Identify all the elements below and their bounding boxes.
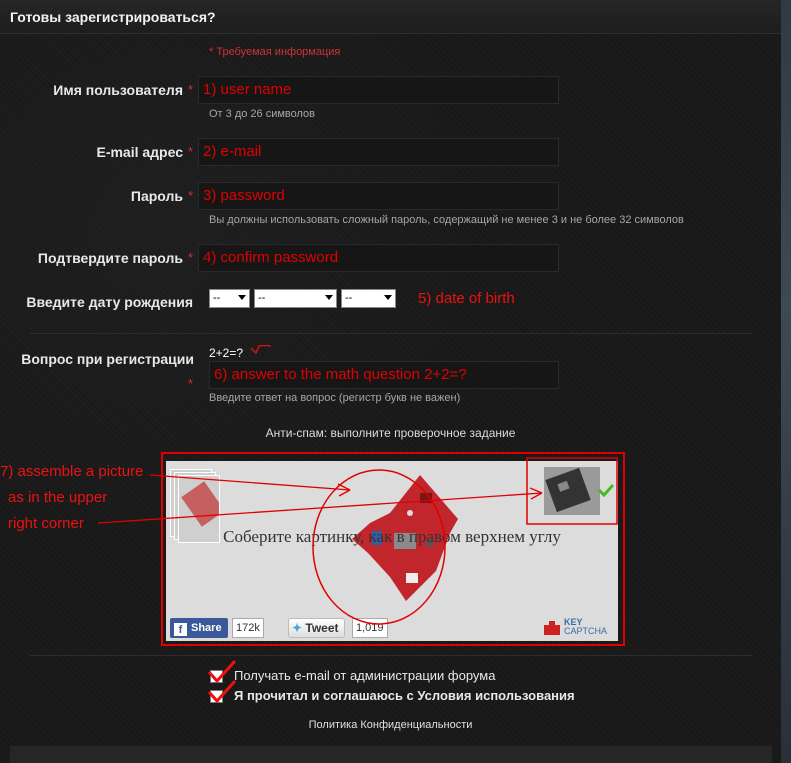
confirm-password-label: Подтвердите пароль — [37, 250, 183, 266]
captcha-annotation-line-2: as in the upper — [8, 489, 108, 506]
birth-day-select[interactable]: -- — [209, 289, 250, 308]
section-divider — [30, 333, 752, 334]
footer-bar — [10, 746, 772, 763]
password-hint: Вы должны использовать сложный пароль, с… — [209, 214, 684, 226]
captcha-annotation-overlay — [97, 457, 618, 625]
email-required-star: * — [188, 144, 194, 159]
birthdate-label: Введите дату рождения — [26, 294, 193, 310]
confirm-password-input[interactable]: 4) confirm password — [198, 244, 559, 272]
username-hint: От 3 до 26 символов — [209, 108, 316, 120]
antispam-title: Анти-спам: выполните проверочное задание — [265, 426, 516, 440]
question-text: 2+2=? — [209, 346, 244, 360]
confirm-required-star: * — [188, 250, 194, 265]
terms-agree-label[interactable]: Я прочитал и соглашаюсь с Условия исполь… — [234, 688, 575, 703]
birth-day-value: -- — [213, 292, 221, 304]
chevron-down-icon — [325, 295, 333, 300]
birthdate-annotation: 5) date of birth — [418, 290, 515, 307]
email-label: E-mail адрес — [96, 144, 183, 160]
required-note: * Требуемая информация — [209, 46, 341, 58]
captcha-annotation-line-1: 7) assemble a picture — [0, 463, 144, 480]
email-input[interactable]: 2) e-mail — [198, 138, 559, 166]
password-input[interactable]: 3) password — [198, 182, 559, 210]
password-required-star: * — [188, 188, 194, 203]
birth-year-value: -- — [345, 292, 353, 304]
birth-year-select[interactable]: -- — [341, 289, 396, 308]
admin-email-label: Получать e-mail от администрации форума — [234, 668, 496, 683]
side-background-strip — [781, 0, 791, 763]
question-answer-input[interactable]: 6) answer to the math question 2+2=? — [209, 361, 559, 389]
chevron-down-icon — [238, 295, 246, 300]
tick-scribble-icon — [250, 344, 272, 355]
question-label: Вопрос при регистрации — [21, 351, 194, 367]
birth-month-select[interactable]: -- — [254, 289, 337, 308]
question-hint: Введите ответ на вопрос (регистр букв не… — [209, 392, 461, 404]
username-required-star: * — [188, 82, 194, 97]
privacy-policy-link[interactable]: Политика Конфиденциальности — [0, 719, 781, 731]
red-check-mark-icon — [207, 679, 237, 704]
question-required-star: * — [188, 376, 194, 391]
section-divider — [30, 655, 752, 656]
form-title: Готовы зарегистрироваться? — [10, 9, 216, 25]
captcha-annotation-line-3: right corner — [8, 515, 84, 532]
username-label: Имя пользователя — [53, 82, 183, 98]
birth-month-value: -- — [258, 292, 266, 304]
password-label: Пароль — [130, 188, 183, 204]
form-header: Готовы зарегистрироваться? — [0, 0, 781, 34]
chevron-down-icon — [384, 295, 392, 300]
username-input[interactable]: 1) user name — [198, 76, 559, 104]
